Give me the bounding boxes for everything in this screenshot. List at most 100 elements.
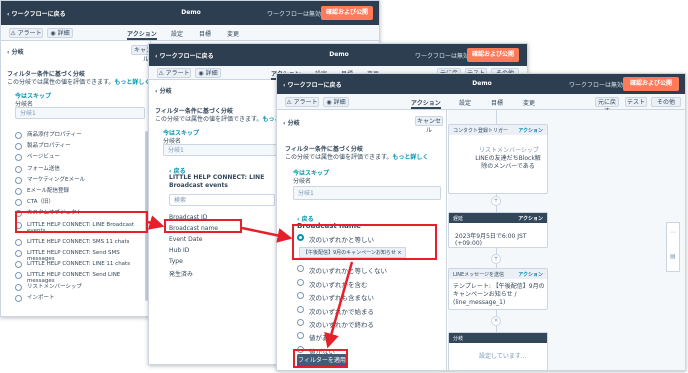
event-option[interactable]: LITTLE HELP CONNECT: SMS 11 chats [15, 238, 143, 248]
radio-icon[interactable] [297, 305, 304, 313]
operator-option[interactable]: 次のいずれも含まない [309, 292, 374, 302]
radio-icon[interactable] [15, 165, 22, 173]
event-option[interactable]: フォーム送信 [15, 165, 143, 175]
radio-icon[interactable] [297, 292, 304, 300]
more-icon[interactable]: ⋯ [670, 229, 676, 236]
action-menu[interactable]: アクション [518, 215, 543, 222]
detail-button[interactable]: ◉ 詳細 [323, 97, 349, 107]
review-publish-button[interactable]: 確認および公開 [467, 48, 519, 62]
panel-back-link[interactable]: ‹ 分岐 [7, 47, 24, 56]
operator-option[interactable]: 次のいずれかと等しくない [309, 265, 387, 275]
event-option[interactable]: 商品添付プロパティー [15, 131, 143, 141]
section-title: LITTLE HELP CONNECT: LINE Broadcast even… [169, 174, 265, 189]
event-option[interactable]: マーケティングEメール [15, 176, 143, 186]
tab-goals[interactable]: 目標 [491, 98, 503, 107]
card-header: 遅延 アクション [449, 213, 547, 223]
back-label: ワークフローに戻る [159, 53, 214, 60]
tab-goals[interactable]: 目標 [199, 29, 211, 38]
back-label: ワークフローに戻る [11, 11, 66, 18]
more-button[interactable]: その他 [651, 97, 681, 107]
tab-actions[interactable]: アクション [127, 29, 157, 40]
radio-icon[interactable] [15, 261, 22, 269]
branch-card[interactable]: 分岐 設定しています... [448, 332, 548, 370]
radio-icon[interactable] [297, 319, 304, 326]
tab-actions[interactable]: アクション [411, 98, 441, 109]
event-option[interactable]: CTA（旧） [15, 198, 143, 208]
close-icon[interactable]: × [491, 316, 501, 326]
radio-icon[interactable] [15, 294, 22, 302]
event-option[interactable]: Eメール配信登録 [15, 187, 143, 197]
radio-icon[interactable] [15, 272, 22, 280]
radio-icon[interactable] [15, 143, 22, 151]
property-option[interactable]: 発生済み [169, 269, 193, 278]
cancel-button[interactable]: キャンセル [415, 116, 443, 134]
branch-name-input[interactable]: 分岐1 [163, 144, 277, 156]
tab-changes[interactable]: 変更 [227, 29, 239, 38]
zoom-control[interactable]: ⋯ ▤ [666, 222, 680, 272]
review-publish-button[interactable]: 確認および公開 [623, 77, 679, 91]
operator-option[interactable]: 次のいずれかで終わる [309, 319, 374, 329]
delay-card[interactable]: 遅延 アクション 2023年9月5日で6:00 JST (+09:00) [448, 212, 548, 248]
panel-back-link[interactable]: ‹ 分岐 [283, 118, 300, 127]
event-option[interactable]: LITTLE HELP CONNECT: Send LINE messages [15, 271, 143, 284]
back-to-workflows-link[interactable]: ‹ ワークフローに戻る [7, 9, 66, 18]
event-option[interactable]: 製品プロパティー [15, 142, 143, 152]
event-option[interactable]: リストメンバーシップ [15, 283, 143, 293]
trigger-card[interactable]: コンタクト登録トリガー アクション リストメンバーシップ LINEの友達だちBlo… [448, 124, 548, 194]
radio-icon[interactable] [15, 199, 22, 207]
radio-icon[interactable] [15, 132, 22, 139]
alert-label: アラート [165, 70, 190, 77]
add-step-icon[interactable]: + [491, 254, 501, 264]
back-to-workflows-link[interactable]: ‹ ワークフローに戻る [155, 51, 214, 60]
alert-button[interactable]: ⚠ アラート [157, 68, 191, 78]
event-option[interactable]: LITTLE HELP CONNECT: Send SMS messages [15, 249, 143, 262]
undo-button[interactable]: 元に戻す [595, 97, 619, 115]
workflow-window-3: ‹ ワークフローに戻る Demo ワークフローは無効です 確認および公開 ⚠ ア… [276, 73, 686, 371]
event-label: ページビュー [27, 154, 60, 161]
learn-more-link[interactable]: もっと詳しく [114, 79, 150, 86]
tab-changes[interactable]: 変更 [523, 98, 535, 107]
add-step-icon[interactable]: + [491, 196, 501, 206]
action-menu[interactable]: アクション [518, 271, 543, 278]
radio-icon[interactable] [15, 250, 22, 257]
radio-icon[interactable] [15, 238, 22, 246]
test-button[interactable]: テスト [625, 97, 647, 107]
operator-option[interactable]: 次のいずれかを含む [309, 279, 368, 289]
action-menu[interactable]: アクション [518, 127, 543, 134]
alert-button[interactable]: ⚠ アラート [9, 28, 43, 38]
radio-icon[interactable] [15, 188, 22, 195]
property-option[interactable]: Event Date [169, 236, 202, 243]
line-message-card[interactable]: LINEメッセージを送信 アクション テンプレート: 【午後配信】9月のキャンペー… [448, 268, 548, 310]
branch-name-input[interactable]: 分岐1 [15, 107, 145, 119]
alert-button[interactable]: ⚠ アラート [285, 97, 319, 107]
trigger-sub: リストメンバーシップ [479, 147, 539, 154]
property-option[interactable]: Type [169, 258, 183, 265]
back-to-workflows-link[interactable]: ‹ ワークフローに戻る [283, 80, 342, 89]
property-option[interactable]: Hub ID [169, 247, 189, 254]
panel-back-link[interactable]: ‹ 分岐 [155, 86, 172, 95]
learn-more-link[interactable]: もっと詳しく [392, 154, 428, 161]
event-option[interactable]: LITTLE HELP CONNECT: LINE 11 chats [15, 260, 143, 270]
radio-icon[interactable] [15, 176, 22, 184]
trigger-body: LINEの友達だちBlock解除のメンバーである [475, 155, 541, 170]
event-option[interactable]: インポート [15, 294, 143, 304]
filter-desc-text: この分岐では属性の値を評価できます。 [155, 116, 263, 123]
radio-icon[interactable] [15, 283, 22, 291]
operator-option[interactable]: 値がある [309, 332, 335, 342]
radio-icon[interactable] [297, 265, 304, 273]
branch-name-input[interactable]: 分岐1 [293, 186, 441, 200]
tab-settings[interactable]: 設定 [459, 98, 471, 107]
panel-back-label: 分岐 [287, 120, 300, 127]
search-input[interactable]: 検索 [169, 194, 275, 206]
radio-icon[interactable] [297, 278, 304, 286]
window-title: Demo [472, 80, 492, 87]
review-publish-button[interactable]: 確認および公開 [321, 6, 373, 20]
comment-icon[interactable]: ▤ [670, 253, 676, 260]
radio-icon[interactable] [15, 154, 22, 162]
detail-button[interactable]: ◉ 詳細 [47, 28, 73, 38]
event-option[interactable]: ページビュー [15, 153, 143, 163]
radio-icon[interactable] [297, 332, 304, 340]
operator-option[interactable]: 次のいずれかで始まる [309, 306, 374, 316]
tab-settings[interactable]: 設定 [171, 29, 183, 38]
detail-button[interactable]: ◉ 詳細 [195, 68, 221, 78]
